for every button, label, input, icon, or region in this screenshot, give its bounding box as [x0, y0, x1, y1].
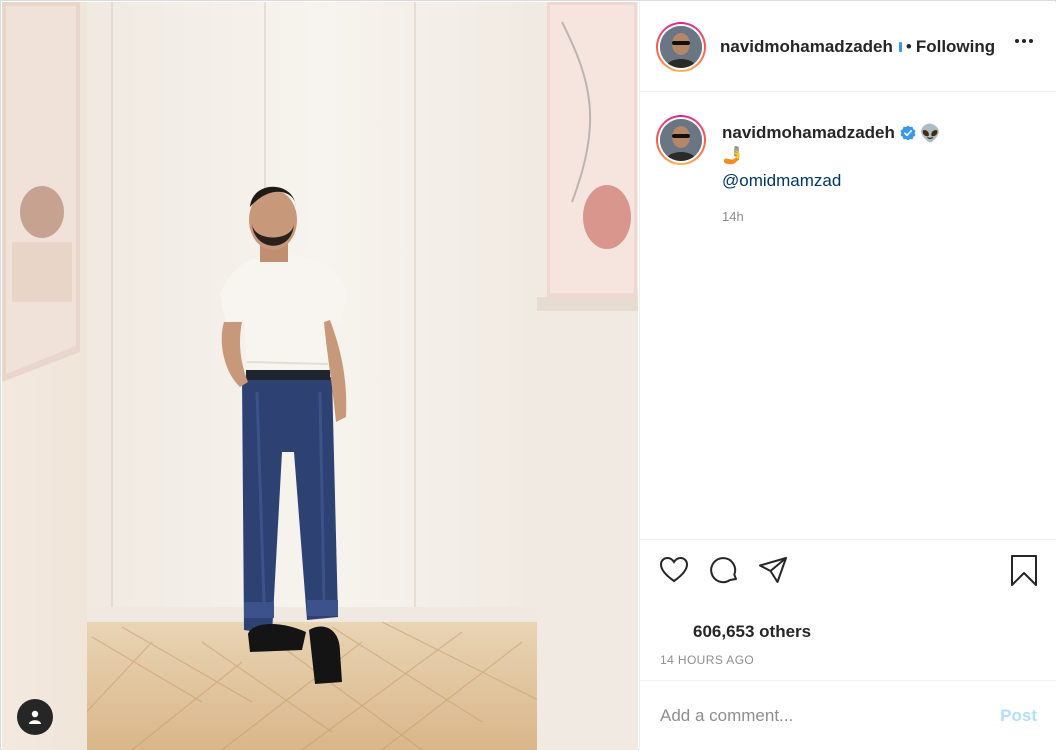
tagged-user-icon[interactable] — [17, 699, 53, 735]
comment-input[interactable] — [660, 705, 1001, 726]
share-icon[interactable] — [757, 554, 789, 586]
likes-count[interactable]: 606,653 others — [693, 622, 811, 642]
post-caption: navidmohamadzadeh 👽 🤳 @omidmamzad 14h — [656, 115, 1041, 224]
verified-badge-icon — [900, 125, 916, 141]
post-details-panel: navidmohamadzadeh • Following navidmoham… — [639, 2, 1056, 750]
heart-icon[interactable] — [658, 554, 690, 586]
caption-avatar[interactable] — [656, 115, 706, 165]
profile-photo — [660, 119, 702, 161]
mention-link[interactable]: @omidmamzad — [722, 171, 941, 191]
bookmark-icon[interactable] — [1008, 554, 1040, 588]
header-username[interactable]: navidmohamadzadeh — [720, 37, 893, 57]
post-photo[interactable] — [2, 2, 638, 750]
post-modal: navidmohamadzadeh • Following navidmoham… — [0, 0, 1056, 750]
comment-form: Post — [640, 681, 1056, 750]
profile-photo — [660, 25, 702, 68]
avatar[interactable] — [656, 21, 706, 72]
photo-illustration — [2, 2, 638, 750]
divider — [640, 539, 1056, 540]
caption-time[interactable]: 14h — [722, 209, 941, 224]
verified-mark — [898, 41, 902, 52]
post-comment-button[interactable]: Post — [1000, 706, 1037, 726]
ellipsis-icon[interactable] — [1011, 35, 1037, 47]
alien-emoji: 👽 — [919, 123, 942, 143]
post-timestamp[interactable]: 14 HOURS AGO — [660, 653, 754, 667]
following-button[interactable]: Following — [916, 37, 995, 57]
action-bar — [658, 554, 1043, 590]
caption-body: navidmohamadzadeh 👽 🤳 @omidmamzad 14h — [722, 115, 941, 224]
comment-icon[interactable] — [708, 554, 740, 586]
caption-username[interactable]: navidmohamadzadeh — [722, 123, 895, 143]
selfie-emoji: 🤳 — [722, 146, 744, 165]
post-header: navidmohamadzadeh • Following — [640, 2, 1056, 92]
separator-dot: • — [905, 36, 912, 56]
